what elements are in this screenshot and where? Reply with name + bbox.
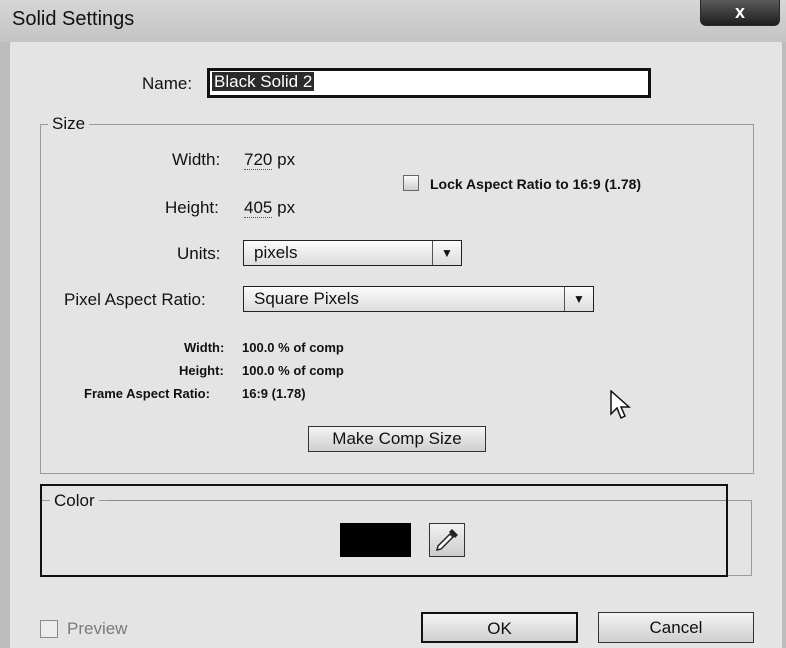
info-width-value: 100.0 % of comp [242,340,344,355]
pixel-aspect-label: Pixel Aspect Ratio: [64,290,206,309]
eyedropper-icon [435,529,458,552]
info-height-value: 100.0 % of comp [242,363,344,378]
width-value: 720 [244,150,273,170]
color-legend: Color [50,491,99,511]
name-label: Name: [142,74,193,93]
frame-aspect-label: Frame Aspect Ratio: [84,386,210,401]
pixel-aspect-select[interactable]: Square Pixels ▼ [243,286,594,312]
width-field[interactable]: 720 px [244,150,295,170]
color-swatch[interactable] [340,523,411,557]
title-bar: Solid Settings x [0,0,786,42]
close-button[interactable]: x [700,0,780,26]
cancel-button[interactable]: Cancel [598,612,754,643]
info-width-label: Width: [184,340,225,355]
lock-aspect-label: Lock Aspect Ratio to 16:9 (1.78) [430,176,642,192]
chevron-down-icon: ▼ [564,287,593,311]
units-label: Units: [177,244,221,263]
color-legend-rule [108,500,726,501]
window-frame-right [782,42,786,648]
height-unit: px [277,198,296,217]
units-select[interactable]: pixels ▼ [243,240,462,266]
preview-label: Preview [67,619,128,638]
width-unit: px [277,150,296,169]
units-value: pixels [254,243,298,262]
height-label: Height: [165,198,219,217]
frame-aspect-value: 16:9 (1.78) [242,386,306,401]
width-label: Width: [172,150,221,169]
make-comp-size-button[interactable]: Make Comp Size [308,426,486,452]
lock-aspect-checkbox[interactable] [403,175,419,191]
window-title: Solid Settings [12,8,135,30]
height-value: 405 [244,198,273,218]
ok-button[interactable]: OK [421,612,578,643]
close-icon: x [734,2,745,22]
cancel-label: Cancel [649,618,703,637]
name-input[interactable]: Black Solid 2 [207,68,651,98]
chevron-down-icon: ▼ [432,241,461,265]
info-height-label: Height: [179,363,224,378]
make-comp-size-label: Make Comp Size [332,429,462,448]
cursor-icon [610,390,631,420]
preview-checkbox[interactable] [40,620,58,638]
dialog-body: Name: Black Solid 2 Size Width: 720 px H… [10,42,782,648]
size-legend: Size [48,114,90,134]
height-field[interactable]: 405 px [244,198,295,218]
ok-label: OK [487,619,512,638]
eyedropper-button[interactable] [429,523,465,557]
window-frame-left [0,42,10,648]
pixel-aspect-value: Square Pixels [254,289,359,308]
name-value: Black Solid 2 [212,72,315,91]
